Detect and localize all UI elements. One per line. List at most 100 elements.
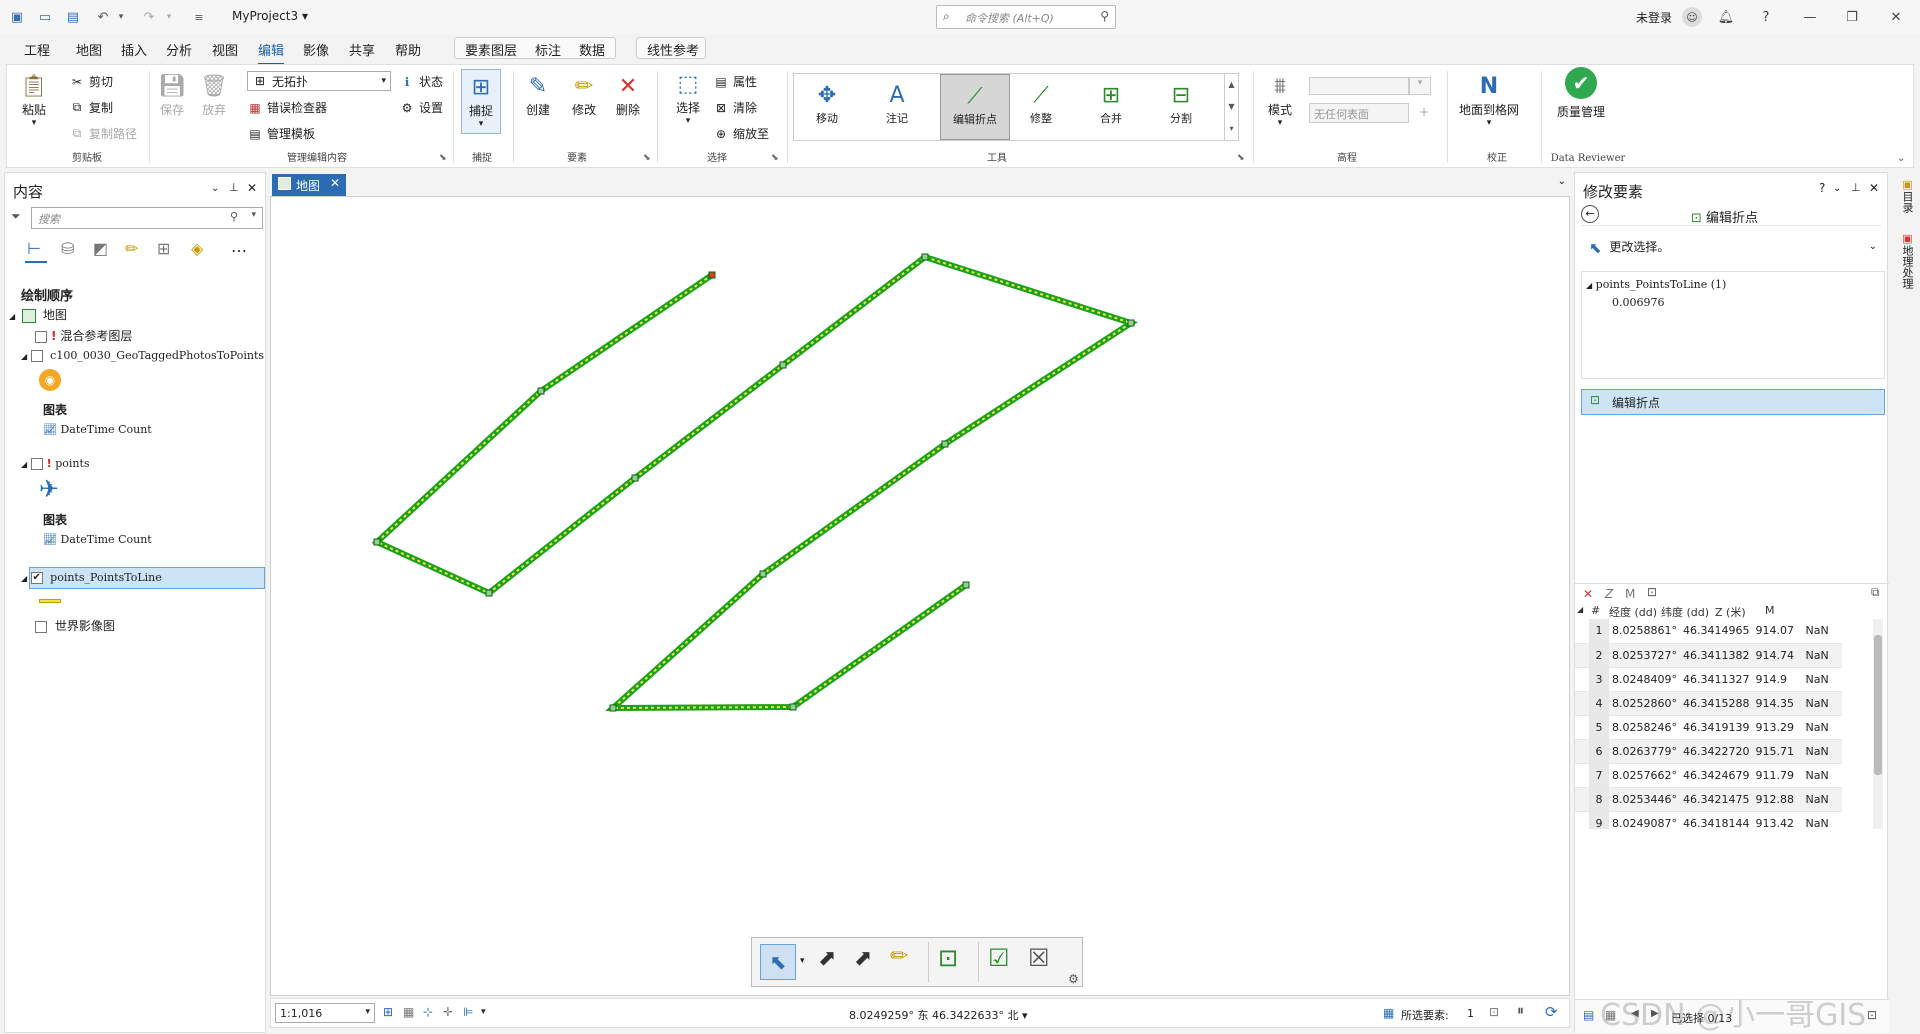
- table-cell[interactable]: 4: [1589, 691, 1609, 716]
- table-cell[interactable]: 8.0257662°: [1609, 763, 1680, 788]
- table-row[interactable]: 6 8.0263779° 46.3422720 915.71 NaN: [1575, 739, 1843, 764]
- vertex-handles[interactable]: [373, 253, 1135, 712]
- vertex-handle[interactable]: [537, 387, 545, 395]
- list-by-drawing-order-icon[interactable]: ⊢: [27, 239, 41, 258]
- table-cell[interactable]: 911.79: [1752, 763, 1803, 788]
- filter-icon[interactable]: ⏷: [11, 209, 21, 224]
- map-canvas[interactable]: [271, 197, 1569, 995]
- table-cell[interactable]: 8.0249087°: [1609, 811, 1680, 829]
- close-window-icon[interactable]: ✕: [1886, 7, 1906, 27]
- table-cell[interactable]: 46.3414965: [1680, 619, 1753, 644]
- selected-polyline[interactable]: [371, 253, 1138, 712]
- tab-analysis[interactable]: 分析: [166, 40, 192, 59]
- table-cell[interactable]: 46.3418144: [1680, 811, 1753, 829]
- table-cell[interactable]: 8.0263779°: [1609, 739, 1680, 764]
- tab-insert[interactable]: 插入: [121, 40, 147, 59]
- table-row[interactable]: 8 8.0253446° 46.3421475 912.88 NaN: [1575, 787, 1843, 812]
- table-cell[interactable]: 913.42: [1752, 811, 1803, 829]
- more-options-icon[interactable]: …: [231, 237, 247, 256]
- vertex-handle[interactable]: [941, 440, 949, 448]
- table-cell[interactable]: NaN: [1802, 787, 1843, 812]
- collapse-ribbon-icon[interactable]: ⌄: [1897, 153, 1905, 164]
- polyline-stroke[interactable]: [375, 255, 1134, 710]
- delete-vertex-icon[interactable]: ⬈: [854, 946, 872, 971]
- scrollbar-thumb[interactable]: [1874, 635, 1882, 775]
- add-vertex-icon[interactable]: ⬈: [818, 946, 836, 971]
- layer-visibility-checkbox[interactable]: ✔: [30, 572, 43, 584]
- table-cell[interactable]: 912.88: [1752, 787, 1803, 812]
- feature-tree-node[interactable]: 0.006976: [1612, 296, 1665, 309]
- map-view-tab[interactable]: 地图 ✕: [272, 174, 346, 196]
- create-button[interactable]: ✎ 创建: [523, 71, 553, 118]
- elevation-value-field[interactable]: [1309, 77, 1409, 95]
- tab-view[interactable]: 视图: [212, 40, 238, 59]
- row-selector[interactable]: [1575, 811, 1589, 829]
- tab-imagery[interactable]: 影像: [303, 40, 329, 59]
- layer-item[interactable]: ! 混合参考图层: [35, 327, 132, 344]
- row-selector[interactable]: [1575, 715, 1589, 740]
- table-cell[interactable]: 8.0253727°: [1609, 643, 1680, 668]
- chart-item[interactable]: 📈︎ DateTime Count: [43, 423, 152, 436]
- collapse-arrow-icon[interactable]: ◢: [21, 460, 27, 469]
- vertex-handle[interactable]: [789, 703, 797, 711]
- table-cell[interactable]: 2: [1589, 643, 1609, 668]
- table-cell[interactable]: NaN: [1802, 715, 1843, 740]
- layer-item[interactable]: 世界影像图: [35, 617, 115, 634]
- cut-button[interactable]: ✂ 剪切: [69, 73, 113, 90]
- finish-sketch-icon[interactable]: ☑: [988, 944, 1010, 972]
- table-row[interactable]: 3 8.0248409° 46.3411327 914.9 NaN: [1575, 667, 1843, 692]
- list-by-labeling-icon[interactable]: ◈: [191, 239, 203, 258]
- col-header-longitude[interactable]: 经度 (dd): [1609, 604, 1657, 620]
- tab-edit[interactable]: 编辑: [258, 40, 285, 65]
- close-pane-icon[interactable]: ✕: [247, 181, 257, 195]
- col-header-latitude[interactable]: 纬度 (dd): [1661, 604, 1709, 620]
- redo-dropdown-icon[interactable]: ▾: [160, 8, 178, 26]
- merge-tool-button[interactable]: ⊞ 合并: [1096, 80, 1126, 126]
- options-dropdown-icon[interactable]: ▾: [481, 1007, 486, 1017]
- pin-icon[interactable]: ⊥: [1851, 181, 1861, 194]
- layer-item[interactable]: ◢ c100_0030_GeoTaggedPhotosToPoints: [21, 349, 264, 362]
- table-cell[interactable]: 46.3422720: [1680, 739, 1753, 764]
- elevation-unit-dropdown[interactable]: ▾: [1409, 77, 1431, 95]
- save-project-icon[interactable]: ▤: [64, 8, 82, 26]
- table-row[interactable]: 9 8.0249087° 46.3418144 913.42 NaN: [1575, 811, 1843, 829]
- table-view-icon[interactable]: ▤: [1583, 1008, 1594, 1022]
- collapse-arrow-icon[interactable]: ◢: [1586, 281, 1592, 290]
- table-cell[interactable]: 5: [1589, 715, 1609, 740]
- vertex-handle[interactable]: [373, 538, 381, 546]
- collapse-arrow-icon[interactable]: ◢: [21, 352, 27, 361]
- row-selector[interactable]: [1575, 619, 1589, 644]
- layer-item[interactable]: ◢ ✔ points_PointsToLine: [21, 571, 162, 584]
- row-selector[interactable]: [1575, 667, 1589, 692]
- map-view[interactable]: ⬉ ▾ ⬈ ⬈ ✏ ⊡ ☑ ☒ ⚙: [270, 196, 1570, 996]
- table-scrollbar[interactable]: [1873, 619, 1883, 829]
- layer-visibility-checkbox[interactable]: [30, 350, 43, 362]
- expand-chevron-icon[interactable]: ⌄: [1869, 241, 1877, 252]
- map-node[interactable]: ◢ 地图: [9, 306, 67, 323]
- table-cell[interactable]: 46.3421475: [1680, 787, 1753, 812]
- table-cell[interactable]: 914.07: [1752, 619, 1803, 644]
- table-row[interactable]: 2 8.0253727° 46.3411382 914.74 NaN: [1575, 643, 1843, 668]
- table-cell[interactable]: 914.35: [1752, 691, 1803, 716]
- zoom-to-vertex-icon[interactable]: ⊡: [1867, 1008, 1877, 1022]
- scale-dropdown[interactable]: 1:1,016 ▾: [275, 1003, 375, 1023]
- table-row[interactable]: 1 8.0258861° 46.3414965 914.07 NaN: [1575, 619, 1843, 644]
- snap-toggle-icon[interactable]: ✛: [443, 1005, 453, 1019]
- elevation-mode-button[interactable]: ⩩ 模式 ▾: [1265, 71, 1295, 129]
- table-cell[interactable]: 8.0248409°: [1609, 667, 1680, 692]
- edit-vertices-tool-button[interactable]: ⟋ 编辑折点: [940, 74, 1010, 140]
- table-cell[interactable]: 915.71: [1752, 739, 1803, 764]
- attributes-button[interactable]: ▤ 属性: [713, 73, 757, 90]
- list-by-data-source-icon[interactable]: ⛁: [61, 239, 74, 258]
- dialog-launcher-icon[interactable]: ⬊: [771, 153, 779, 163]
- delete-button[interactable]: ✕ 删除: [613, 71, 643, 118]
- vertex-handle[interactable]: [631, 474, 639, 482]
- avatar-icon[interactable]: ☺: [1682, 7, 1702, 27]
- redo-icon[interactable]: ↷: [140, 8, 158, 26]
- error-inspector-button[interactable]: ▦ 错误检查器: [247, 99, 327, 116]
- contents-search-input[interactable]: 搜索 ⚲ ▾: [31, 207, 263, 229]
- reshape-tool-button[interactable]: ⟋ 修整: [1026, 80, 1056, 126]
- split-tool-button[interactable]: ⊟ 分割: [1166, 80, 1196, 126]
- status-button[interactable]: ℹ 状态: [399, 73, 443, 90]
- dialog-launcher-icon[interactable]: ⬊: [643, 153, 651, 163]
